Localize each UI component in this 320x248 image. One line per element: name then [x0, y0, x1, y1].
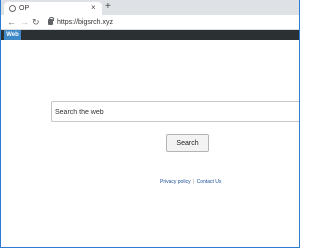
footer-separator: |: [192, 179, 195, 185]
back-arrow-icon[interactable]: ←: [7, 16, 16, 28]
browser-window: OP × + ← → ↻ https://bigsrch.xyz Web Sea…: [0, 0, 300, 248]
globe-icon: [9, 5, 16, 12]
privacy-policy-link[interactable]: Privacy policy: [160, 179, 191, 185]
browser-toolbar: ← → ↻ https://bigsrch.xyz: [1, 15, 299, 30]
tab-title: OP: [19, 5, 30, 12]
header-bar: Web: [1, 30, 299, 40]
forward-arrow-icon[interactable]: →: [20, 16, 29, 28]
search-button[interactable]: Search: [166, 134, 209, 152]
reload-icon[interactable]: ↻: [32, 16, 40, 28]
contact-us-link[interactable]: Contact Us: [197, 179, 222, 185]
plus-icon[interactable]: +: [105, 1, 111, 13]
address-bar[interactable]: https://bigsrch.xyz: [57, 17, 113, 28]
search-input[interactable]: [55, 106, 295, 118]
browser-tab[interactable]: OP ×: [4, 2, 102, 15]
tab-strip: OP × +: [1, 0, 299, 15]
close-icon[interactable]: ×: [91, 2, 96, 14]
search-box[interactable]: [51, 101, 299, 122]
footer-links: Privacy policy | Contact Us: [160, 179, 221, 185]
tab-web[interactable]: Web: [4, 30, 21, 40]
lock-icon[interactable]: [48, 17, 54, 25]
